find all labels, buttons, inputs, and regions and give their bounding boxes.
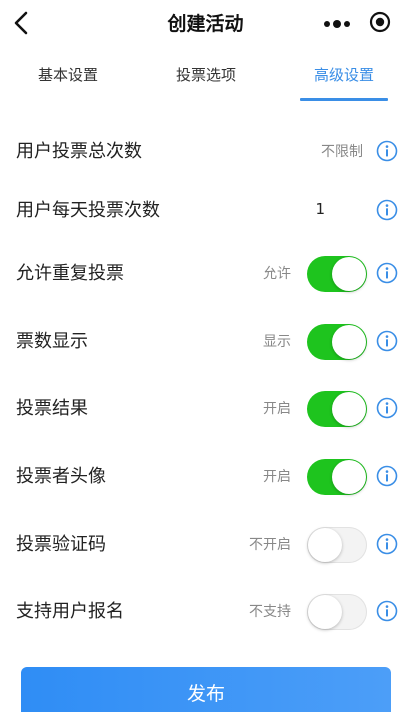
allow-repeat-toggle[interactable] <box>307 256 367 292</box>
toggle-knob <box>332 460 366 494</box>
info-icon[interactable] <box>376 330 398 352</box>
setting-row-vote-results: 投票结果 开启 <box>0 388 411 428</box>
active-tab-indicator <box>300 98 388 101</box>
setting-value: 开启 <box>263 401 291 417</box>
setting-row-allow-repeat: 允许重复投票 允许 <box>0 253 411 293</box>
vote-count-display-toggle[interactable] <box>307 324 367 360</box>
vote-results-toggle[interactable] <box>307 391 367 427</box>
captcha-toggle[interactable] <box>307 527 367 563</box>
tab-basic-settings[interactable]: 基本设置 <box>18 64 118 85</box>
setting-value-input[interactable]: 1 <box>315 200 325 218</box>
user-registration-toggle[interactable] <box>307 594 367 630</box>
more-dots-icon[interactable] <box>323 20 351 28</box>
setting-label: 投票者头像 <box>16 466 106 487</box>
setting-value: 显示 <box>263 334 291 350</box>
info-icon[interactable] <box>376 199 398 221</box>
setting-value: 开启 <box>263 469 291 485</box>
setting-row-vote-count-display: 票数显示 显示 <box>0 321 411 361</box>
setting-row-daily-votes[interactable]: 用户每天投票次数 1 <box>0 190 411 230</box>
setting-value: 允许 <box>263 266 291 282</box>
tab-vote-options[interactable]: 投票选项 <box>156 64 256 85</box>
setting-value: 不开启 <box>249 537 291 553</box>
tab-bar: 基本设置 投票选项 高级设置 <box>0 56 411 102</box>
setting-label: 票数显示 <box>16 331 88 352</box>
info-icon[interactable] <box>376 262 398 284</box>
setting-label: 允许重复投票 <box>16 263 124 284</box>
setting-value[interactable]: 不限制 <box>321 141 363 161</box>
setting-label: 用户投票总次数 <box>16 141 142 162</box>
tab-advanced-settings[interactable]: 高级设置 <box>294 64 394 85</box>
info-icon[interactable] <box>376 140 398 162</box>
setting-label: 用户每天投票次数 <box>16 200 160 221</box>
setting-label: 投票验证码 <box>16 534 106 555</box>
toggle-knob <box>308 528 342 562</box>
toggle-knob <box>308 595 342 629</box>
info-icon[interactable] <box>376 600 398 622</box>
setting-label: 投票结果 <box>16 398 88 419</box>
setting-label: 支持用户报名 <box>16 601 124 622</box>
setting-value: 不支持 <box>249 604 291 620</box>
setting-row-captcha: 投票验证码 不开启 <box>0 524 411 564</box>
setting-row-total-votes[interactable]: 用户投票总次数 不限制 <box>0 131 411 171</box>
info-icon[interactable] <box>376 533 398 555</box>
toggle-knob <box>332 392 366 426</box>
info-icon[interactable] <box>376 465 398 487</box>
navigation-bar: 创建活动 <box>0 0 411 44</box>
voter-avatar-toggle[interactable] <box>307 459 367 495</box>
record-icon[interactable] <box>369 11 391 33</box>
setting-row-user-registration: 支持用户报名 不支持 <box>0 591 411 631</box>
publish-button[interactable]: 发布 <box>21 667 391 712</box>
info-icon[interactable] <box>376 397 398 419</box>
toggle-knob <box>332 257 366 291</box>
setting-row-voter-avatar: 投票者头像 开启 <box>0 456 411 496</box>
toggle-knob <box>332 325 366 359</box>
